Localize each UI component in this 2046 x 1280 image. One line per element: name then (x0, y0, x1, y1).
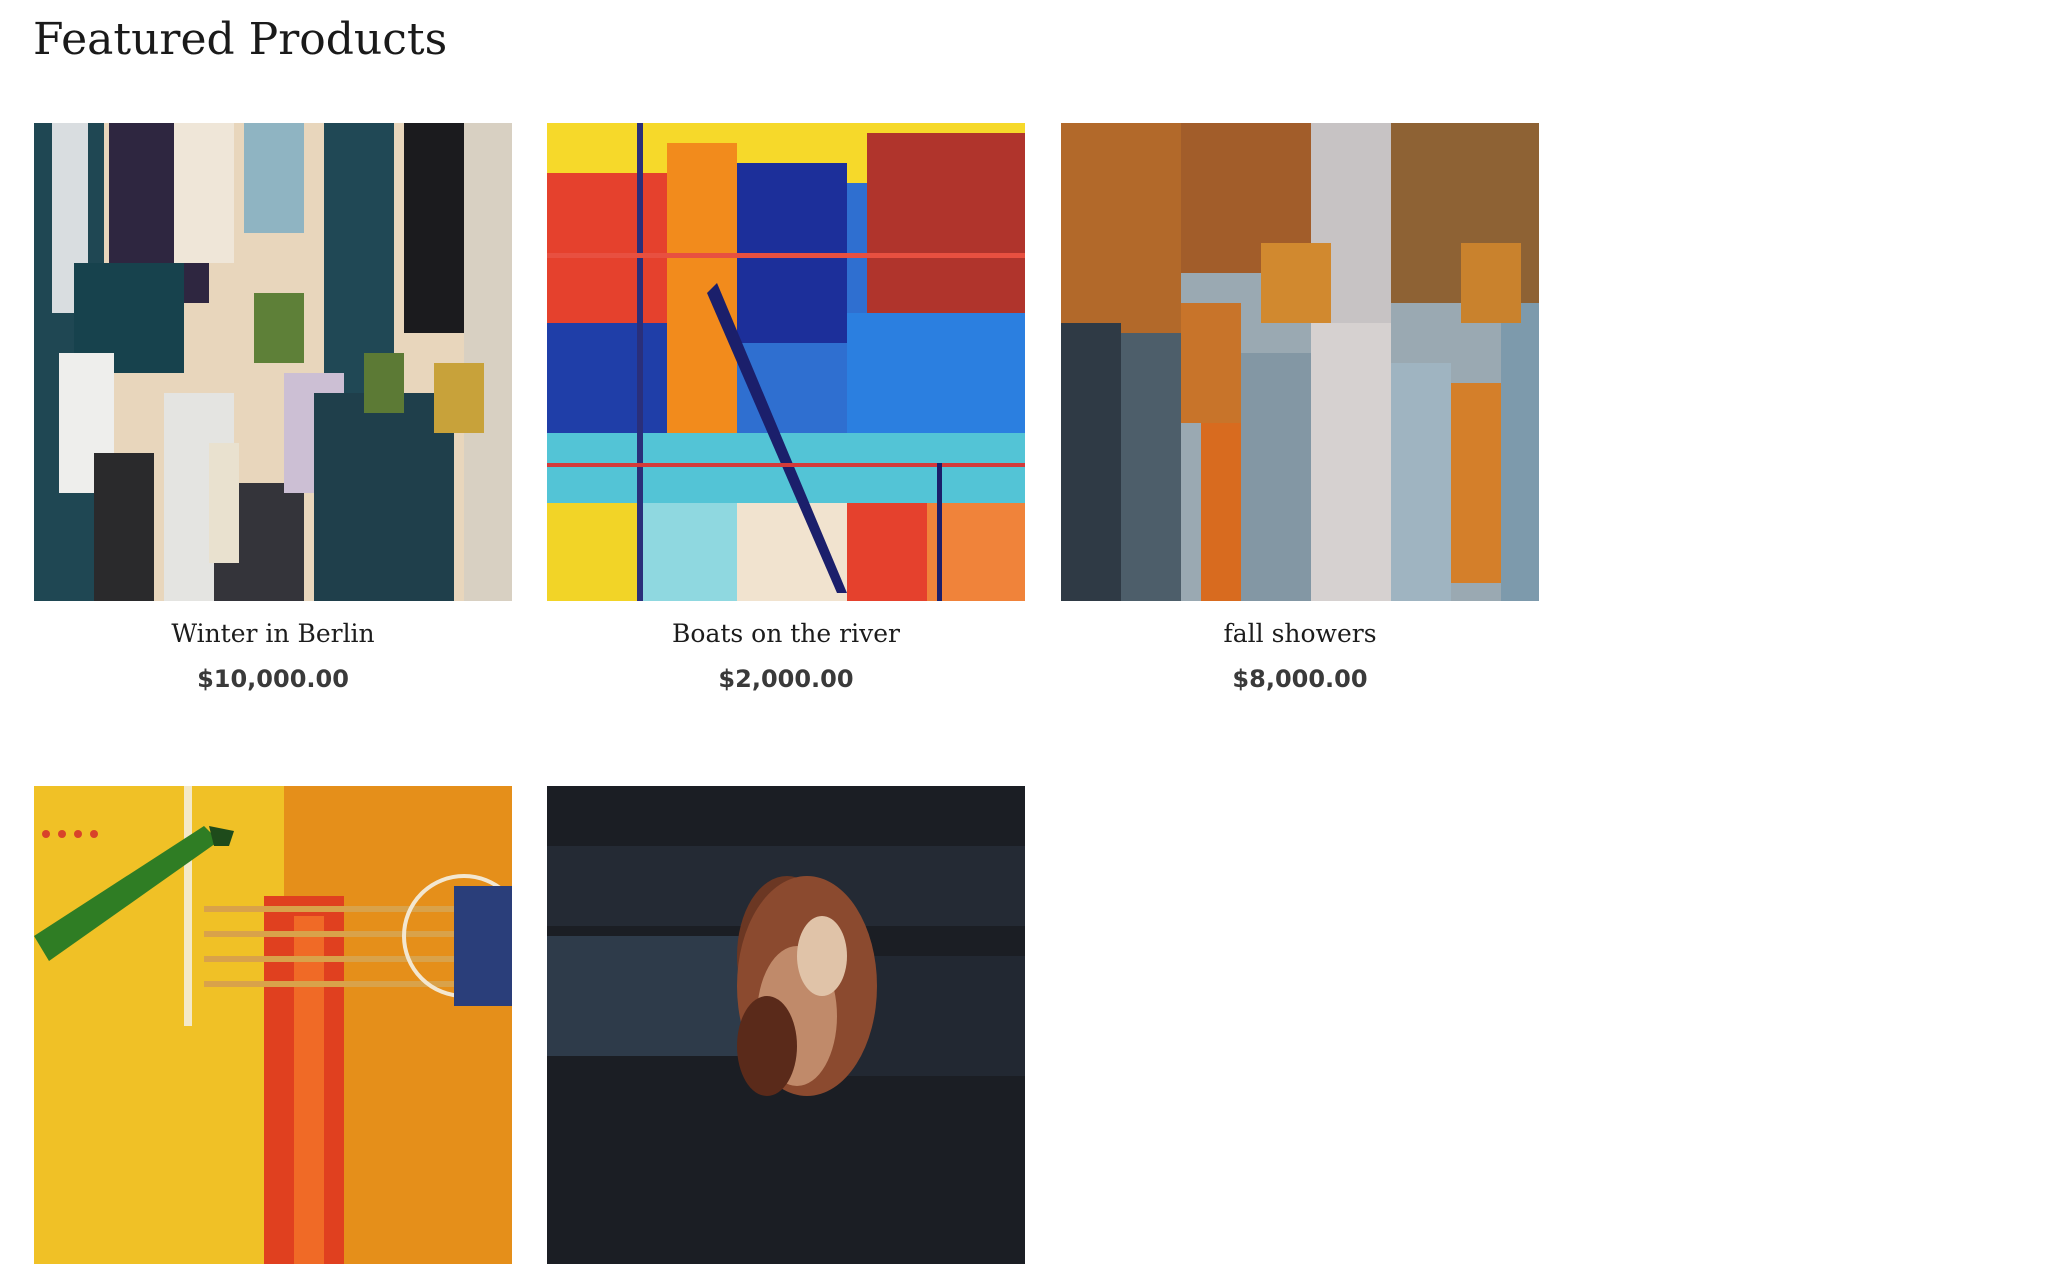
product-card[interactable]: Winter in Berlin $10,000.00 (34, 123, 512, 695)
product-card[interactable]: Boats on the river $2,000.00 (547, 123, 1025, 695)
product-image[interactable] (34, 786, 512, 1264)
product-image[interactable] (34, 123, 512, 601)
product-price: $10,000.00 (197, 665, 349, 693)
product-card[interactable]: fall showers $8,000.00 (1061, 123, 1539, 695)
product-image[interactable] (547, 123, 1025, 601)
product-image[interactable] (547, 786, 1025, 1264)
product-card[interactable] (547, 786, 1025, 1280)
product-card[interactable] (34, 786, 512, 1280)
product-name[interactable]: Winter in Berlin (34, 617, 512, 651)
product-price: $2,000.00 (718, 665, 854, 693)
product-name[interactable]: fall showers (1061, 617, 1539, 651)
section-title: Featured Products (33, 14, 448, 65)
product-name[interactable]: Boats on the river (547, 617, 1025, 651)
product-price: $8,000.00 (1232, 665, 1368, 693)
product-image[interactable] (1061, 123, 1539, 601)
